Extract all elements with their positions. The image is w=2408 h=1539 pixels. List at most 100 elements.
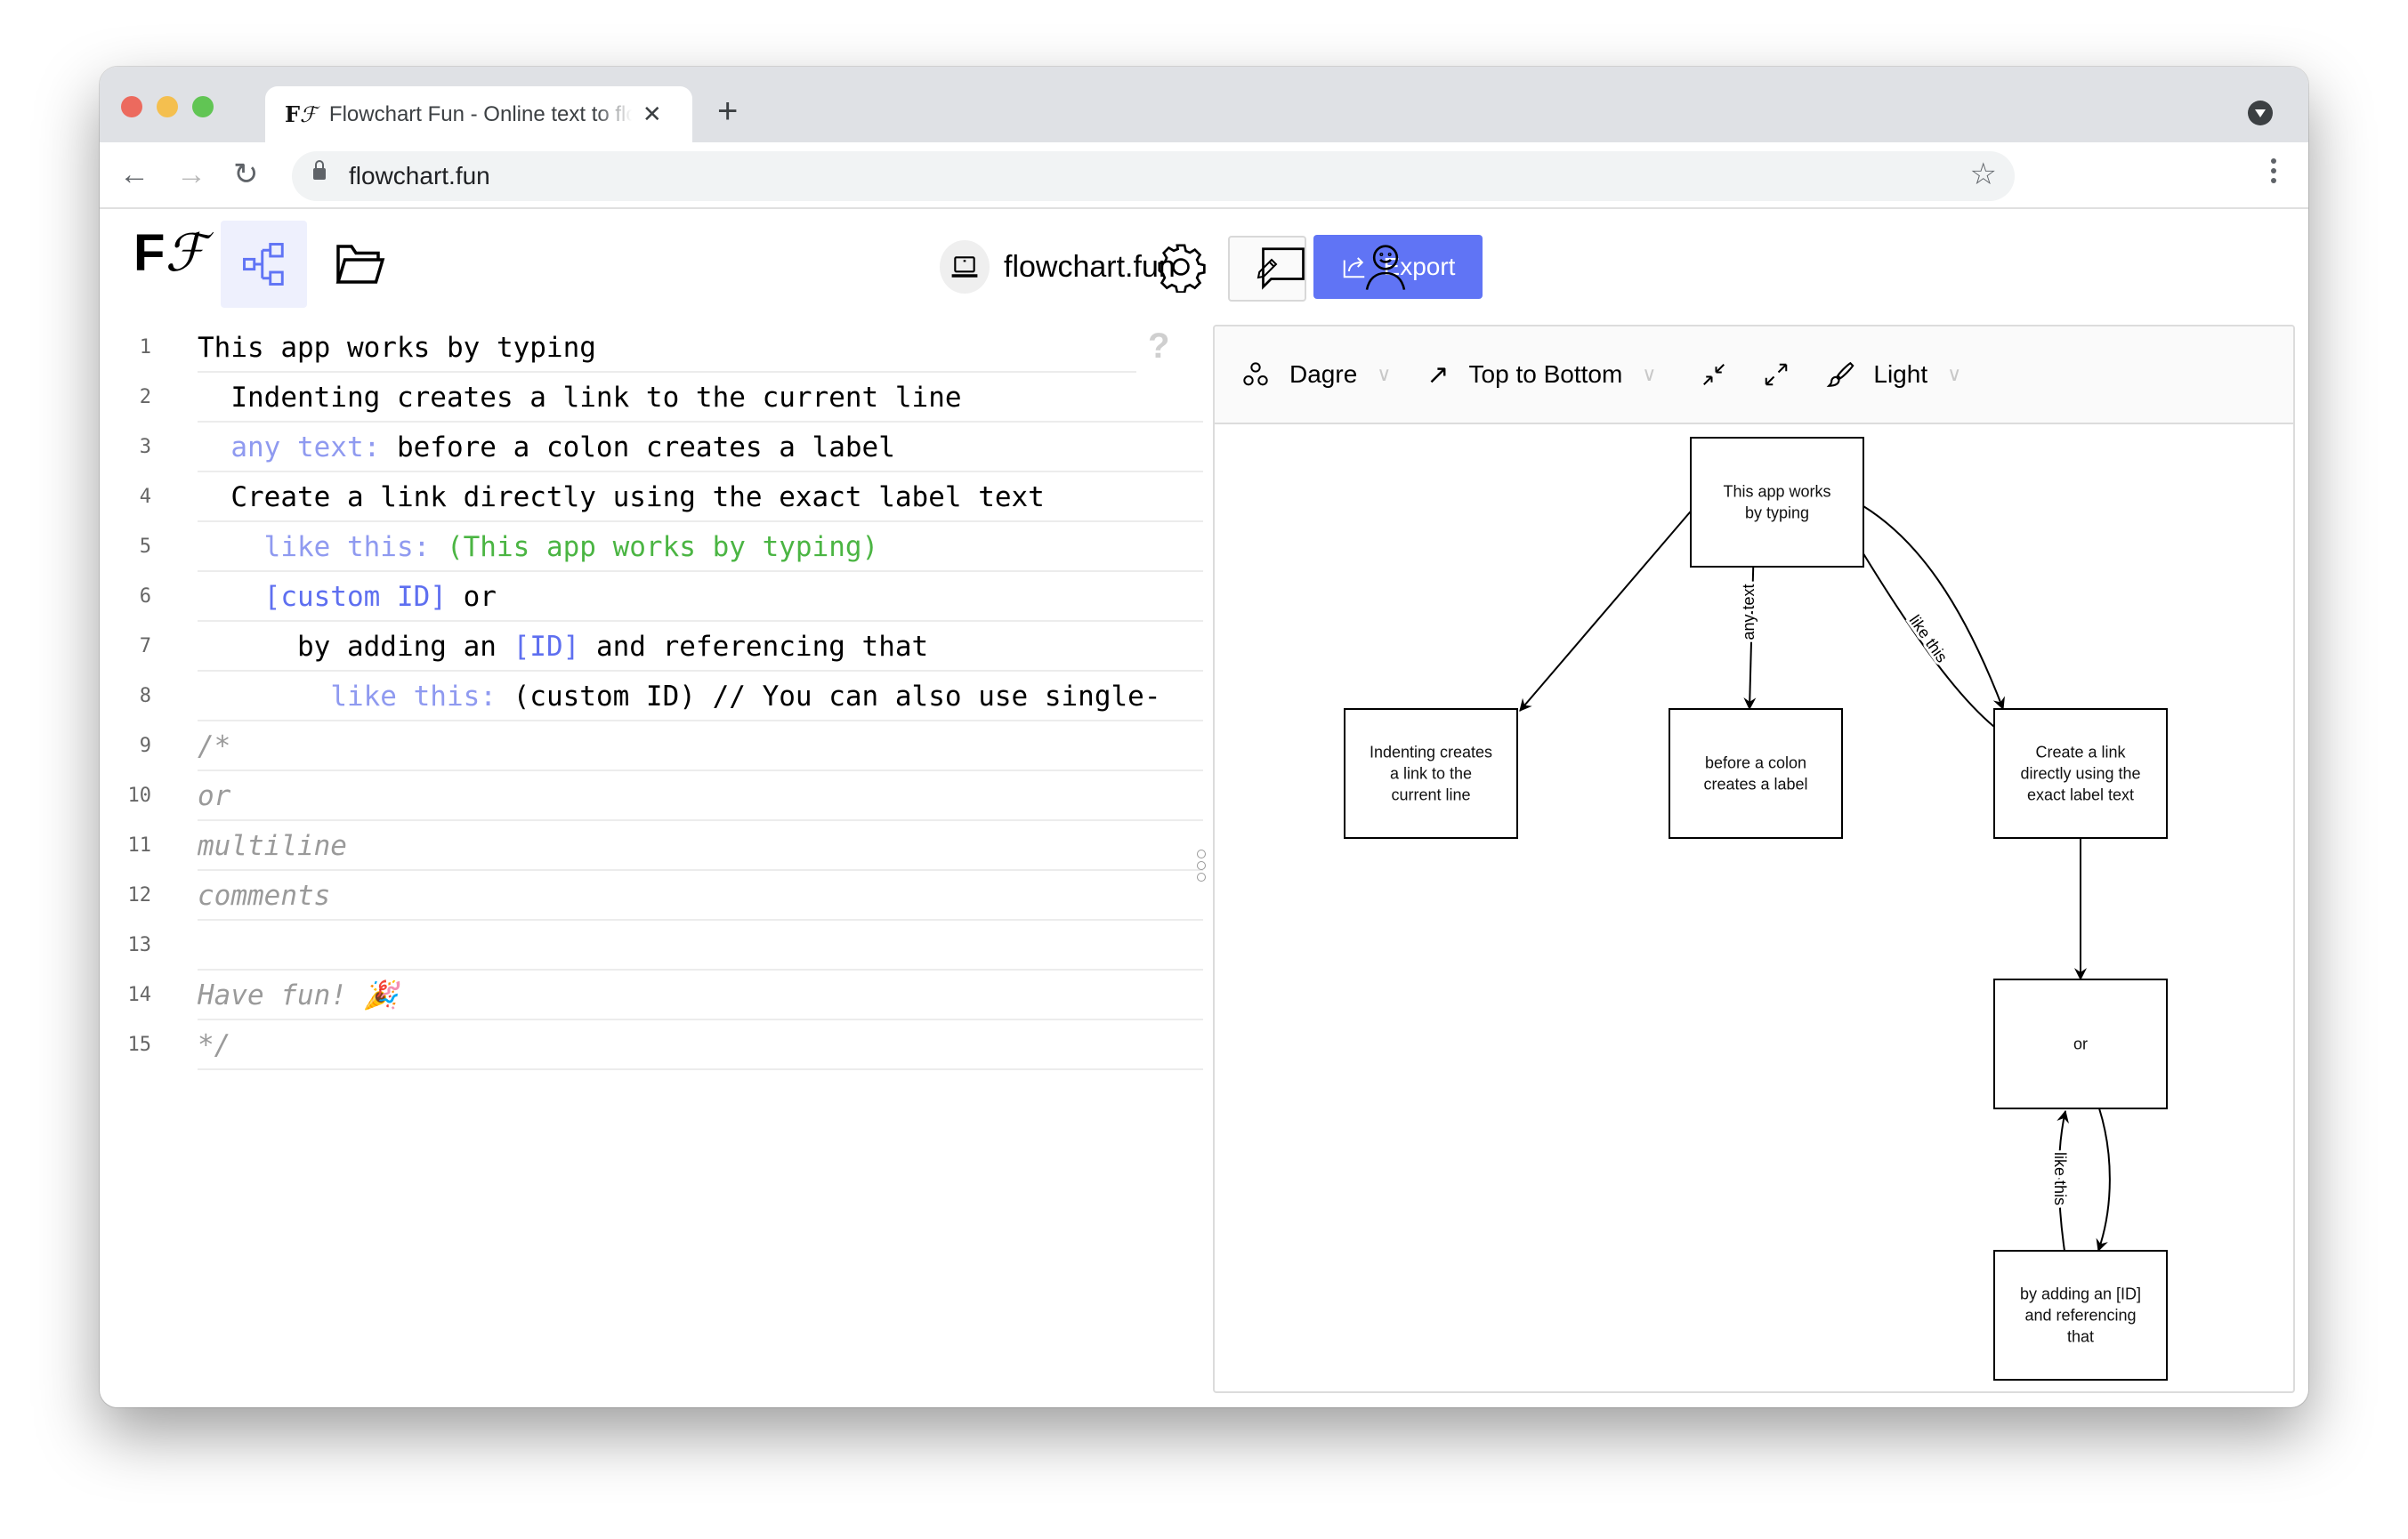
chevron-down-icon: ∨ — [1642, 363, 1657, 385]
account-button[interactable] — [1359, 240, 1412, 294]
editor-line[interactable]: 2 Indenting creates a link to the curren… — [100, 373, 1203, 423]
back-button[interactable]: ← — [119, 155, 149, 194]
node-label: Create a link — [2035, 744, 2126, 761]
browser-window: Fℱ Flowchart Fun - Online text to flowch… — [100, 67, 2308, 1407]
chart-name-pill[interactable]: flowchart.fun — [940, 240, 1176, 294]
maximize-window-button[interactable] — [192, 96, 214, 117]
line-code[interactable]: like this: (This app works by typing) — [198, 522, 1203, 572]
line-code[interactable]: [custom ID] or — [198, 572, 1203, 622]
editor-line[interactable]: 3 any text: before a colon creates a lab… — [100, 423, 1203, 472]
expand-button[interactable] — [1763, 361, 1790, 388]
flowchart-node[interactable]: This app works by typing — [1690, 437, 1864, 568]
close-window-button[interactable] — [121, 96, 142, 117]
editor-line[interactable]: 10 or — [100, 771, 1203, 821]
flowchart-node[interactable]: before a colon creates a label — [1669, 708, 1843, 839]
compress-button[interactable] — [1701, 361, 1727, 388]
line-code[interactable]: Indenting creates a link to the current … — [198, 373, 1203, 423]
editor-line[interactable]: 12 comments — [100, 871, 1203, 921]
line-number: 9 — [139, 735, 151, 757]
node-label: current line — [1391, 786, 1470, 804]
folder-icon — [335, 245, 385, 284]
line-number: 7 — [139, 635, 151, 657]
browser-tab[interactable]: Fℱ Flowchart Fun - Online text to flowch… — [265, 86, 692, 142]
nodes-layer: This app works by typing Indenting creates… — [1344, 437, 2168, 1381]
flowchart-node[interactable]: or — [1993, 979, 2168, 1109]
feedback-button[interactable] — [1257, 240, 1310, 294]
flowchart-node[interactable]: Create a link directly using the exact lab… — [1993, 708, 2168, 839]
flowchart-graph: any textany text like thislike thislike t… — [1344, 437, 2168, 1381]
token-plain: This app works by typing — [198, 332, 596, 364]
editor-line[interactable]: 14 Have fun! 🎉 — [100, 971, 1203, 1020]
settings-button[interactable] — [1154, 240, 1208, 294]
token-plain: (custom ID) // You can also use single- — [513, 681, 1161, 713]
minimize-window-button[interactable] — [157, 96, 178, 117]
flowchart-edge[interactable] — [1519, 506, 1695, 712]
line-code[interactable]: This app works by typing — [198, 323, 1136, 373]
token-comment: */ — [198, 1029, 231, 1061]
chat-icon — [1262, 247, 1305, 290]
editor-view-button[interactable] — [221, 221, 307, 308]
theme-select[interactable]: Light ∨ — [1825, 359, 1961, 390]
token-id: [ID] — [513, 631, 580, 663]
editor-line[interactable]: 1 This app works by typing — [100, 323, 1203, 373]
editor-line[interactable]: 9 /* — [100, 721, 1203, 771]
line-code[interactable]: Create a link directly using the exact l… — [198, 472, 1203, 522]
chevron-down-icon: ∨ — [1947, 363, 1962, 385]
flowchart-edge[interactable] — [1863, 505, 2005, 711]
chevron-down-icon: ∨ — [1377, 363, 1392, 385]
expand-icon — [1766, 363, 1788, 386]
editor-line[interactable]: 15 */ — [100, 1020, 1203, 1070]
forward-button[interactable]: → — [176, 155, 206, 194]
pane-resize-handle[interactable] — [1197, 850, 1206, 884]
editor-line[interactable]: 6 [custom ID] or — [100, 572, 1203, 622]
layout-select[interactable]: Dagre ∨ — [1241, 360, 1391, 389]
node-label: a link to the — [1390, 765, 1472, 783]
token-plain: by adding an — [296, 631, 513, 663]
tab-search-dropdown-icon[interactable] — [2248, 101, 2273, 125]
token-comment: Have fun! 🎉 — [198, 979, 399, 1011]
flowchart-edge[interactable] — [2096, 1108, 2111, 1253]
token-plain: and referencing that — [579, 631, 929, 663]
app-logo[interactable]: Fℱ — [133, 227, 206, 279]
line-code[interactable]: by adding an [ID] and referencing that — [198, 622, 1203, 672]
line-code[interactable]: multiline — [198, 821, 1203, 871]
tab-bar: Fℱ Flowchart Fun - Online text to flowch… — [100, 67, 2308, 142]
flowchart-node[interactable]: Indenting creates a link to the current li… — [1344, 708, 1518, 839]
node-box — [1690, 437, 1864, 568]
tab-close-icon[interactable]: ✕ — [642, 101, 662, 128]
line-code[interactable]: Have fun! 🎉 — [198, 971, 1203, 1020]
line-code[interactable]: any text: before a colon creates a label — [198, 423, 1203, 472]
line-code[interactable]: comments — [198, 871, 1203, 921]
line-code[interactable]: /* — [198, 721, 1203, 771]
editor-line[interactable]: 13 — [100, 921, 1203, 971]
line-number: 13 — [127, 934, 152, 956]
arrow-up-right-icon: ↗ — [1426, 359, 1450, 390]
node-label: Indenting creates — [1370, 744, 1492, 761]
editor-line[interactable]: 11 multiline — [100, 821, 1203, 871]
browser-menu-icon[interactable] — [2271, 158, 2276, 188]
line-code[interactable] — [198, 921, 1203, 971]
line-code[interactable]: like this: (custom ID) // You can also u… — [198, 672, 1203, 721]
layout-icon — [1243, 362, 1268, 386]
line-code[interactable]: or — [198, 771, 1203, 821]
line-number: 2 — [139, 386, 151, 408]
arrow-right-icon: → — [176, 157, 206, 191]
node-box — [1669, 708, 1843, 839]
address-bar[interactable]: flowchart.fun ☆ — [292, 151, 2015, 201]
edge-label: any text — [1740, 584, 1758, 640]
token-label: any text: — [230, 431, 397, 463]
token-plain: before a colon creates a label — [396, 431, 895, 463]
flowchart-node[interactable]: by adding an [ID] and referencing that — [1993, 1250, 2168, 1381]
line-code[interactable]: */ — [198, 1020, 1203, 1070]
token-comment: comments — [198, 880, 331, 912]
editor-line[interactable]: 4 Create a link directly using the exact… — [100, 472, 1203, 522]
flowchart-canvas[interactable]: Dagre ∨ ↗ Top to Bottom ∨ Light ∨ any te… — [1213, 325, 2295, 1393]
new-tab-button[interactable]: + — [717, 93, 738, 129]
reload-button[interactable]: ↻ — [233, 155, 259, 194]
editor-line[interactable]: 5 like this: (This app works by typing) — [100, 522, 1203, 572]
editor-line[interactable]: 8 like this: (custom ID) // You can also… — [100, 672, 1203, 721]
direction-select[interactable]: ↗ Top to Bottom ∨ — [1426, 359, 1656, 391]
open-charts-button[interactable] — [329, 227, 392, 302]
bookmark-star-icon[interactable]: ☆ — [1970, 157, 1997, 192]
editor-line[interactable]: 7 by adding an [ID] and referencing that — [100, 622, 1203, 672]
